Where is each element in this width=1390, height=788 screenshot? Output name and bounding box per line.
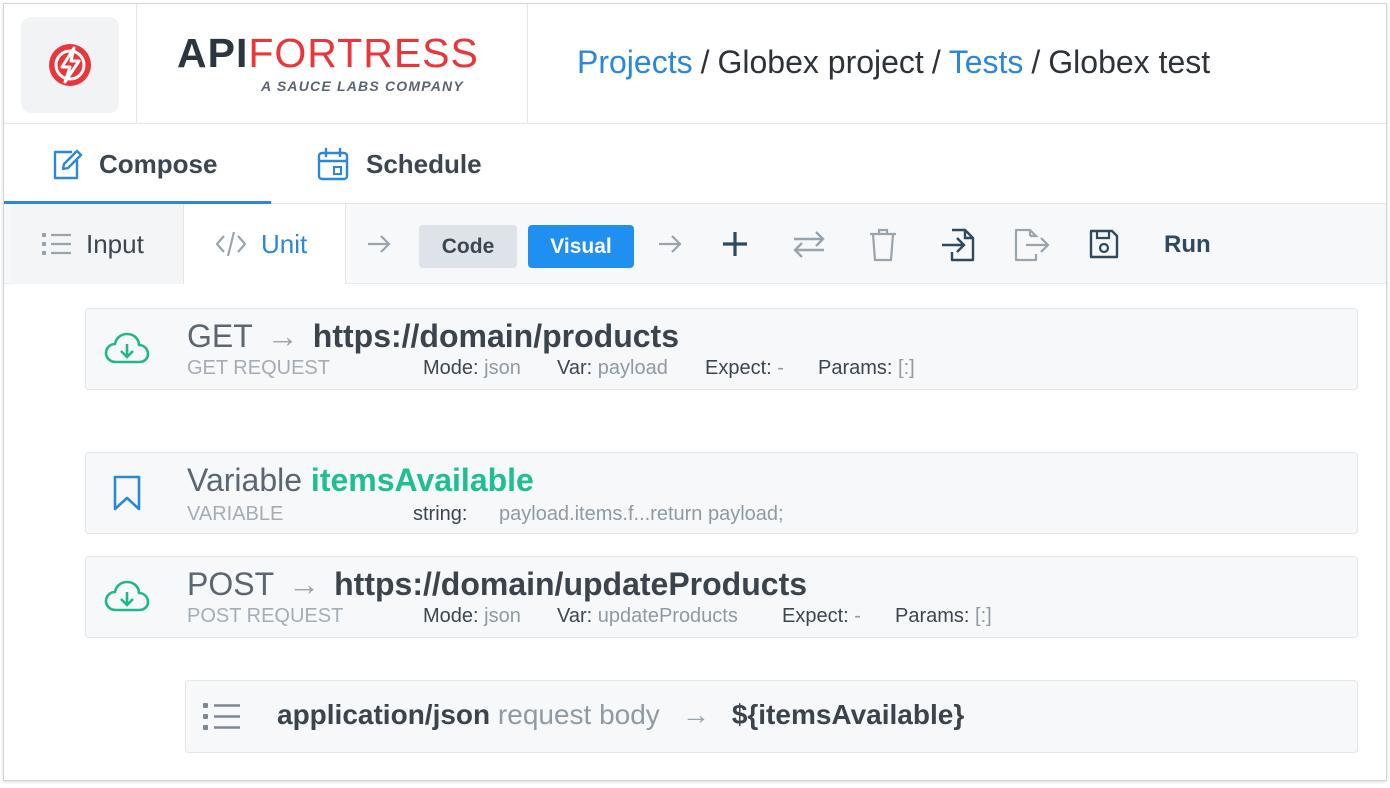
request-var: Var: updateProducts [557,605,738,628]
request-var: Var: payload [557,357,668,380]
variable-title: Variable [187,462,303,498]
mode-value: json [484,357,521,379]
request-body-label: request body [497,699,660,730]
step-type-label: GET REQUEST [187,357,330,379]
breadcrumb: Projects / Globex project / Tests / Globex tes… [577,44,1210,81]
arrow-right-icon: → [681,699,710,730]
step-type-label: VARIABLE [187,503,284,525]
breadcrumb-current-test: Globex test [1048,44,1211,80]
brand: APIFORTRESS A SAUCE LABS COMPANY [177,32,479,94]
request-body-step[interactable]: application/json request body → ${itemsAva… [185,680,1358,753]
var-label: Var: [557,605,593,627]
trash-icon[interactable] [868,227,898,263]
code-icon [215,231,247,257]
request-line: POST → https://domain/updateProducts [187,566,807,603]
calendar-icon [317,147,349,181]
request-params: Params: [:] [895,605,992,628]
visual-mode-button[interactable]: Visual [528,225,634,268]
breadcrumb-tests[interactable]: Tests [949,44,1024,80]
breadcrumb-separator: / [1031,44,1041,80]
input-label: Input [86,228,144,259]
unit-label: Unit [261,228,308,259]
breadcrumb-separator: / [931,44,941,80]
post-request-step[interactable]: POST → https://domain/updateProducts POST … [85,556,1358,638]
bookmark-icon [113,475,141,511]
request-line: GET → https://domain/products [187,318,679,355]
header-divider [136,4,137,124]
brand-name-bold: API [177,30,249,76]
variable-value: payload.items.f...return payload; [499,503,784,525]
expect-value: - [854,605,861,627]
breadcrumb-project: Globex project [717,44,924,80]
mode-label: Mode: [423,357,479,379]
brand-name-light: FORTRESS [248,30,479,76]
breadcrumb-projects[interactable]: Projects [577,44,693,80]
variable-step[interactable]: Variable itemsAvailable VARIABLE string:… [85,452,1358,534]
unit-view-button[interactable]: Unit [184,204,346,284]
request-method: POST [187,566,275,602]
cloud-download-icon [104,580,150,612]
swap-icon[interactable] [791,227,827,261]
variable-name: itemsAvailable [310,462,534,498]
var-value: updateProducts [597,605,738,627]
request-method: GET [187,318,253,354]
tab-schedule[interactable]: Schedule [316,124,482,204]
list-icon [203,703,240,730]
request-mode: Mode: json [423,357,521,380]
list-icon [42,233,71,255]
brand-title: APIFORTRESS [177,32,479,74]
variable-line: Variable itemsAvailable [187,462,534,499]
header-divider [527,4,528,124]
mode-label: Mode: [423,605,479,627]
lightning-logo-icon [49,44,91,86]
expect-value: - [777,357,784,379]
tab-compose[interactable]: Compose [51,124,217,204]
variable-type: string: [413,503,468,525]
request-params: Params: [:] [818,357,915,380]
tab-compose-label: Compose [99,148,218,179]
plus-icon[interactable] [720,227,750,261]
get-request-step[interactable]: GET → https://domain/products GET REQUEST … [85,308,1358,390]
arrow-right-icon [659,235,682,253]
export-icon[interactable] [1012,227,1050,263]
arrow-right-icon: → [266,318,299,354]
expect-label: Expect: [782,605,849,627]
var-value: payload [597,357,668,379]
params-value: [:] [975,605,992,627]
request-expect: Expect: - [782,605,861,628]
main-tabs: Compose Schedule [4,124,1386,204]
arrow-right-icon [368,235,391,253]
arrow-right-icon: → [288,566,321,602]
breadcrumb-separator: / [700,44,710,80]
input-view-button[interactable]: Input [11,204,184,284]
params-value: [:] [898,357,915,379]
import-icon[interactable] [940,227,976,263]
code-mode-button[interactable]: Code [419,225,517,268]
save-icon[interactable] [1088,227,1120,261]
expect-label: Expect: [705,357,772,379]
header: APIFORTRESS A SAUCE LABS COMPANY Project… [4,4,1386,124]
pencil-square-icon [53,149,83,180]
run-button[interactable]: Run [1164,231,1211,259]
request-body-value: ${itemsAvailable} [731,699,965,730]
request-mode: Mode: json [423,605,521,628]
cloud-download-icon [104,332,150,364]
content-type: application/json [277,699,491,730]
request-expect: Expect: - [705,357,784,380]
toolbar: Input Unit Code Visual Run [4,204,1386,284]
step-type-label: POST REQUEST [187,605,344,627]
params-label: Params: [818,357,893,379]
brand-tagline: A SAUCE LABS COMPANY [261,78,464,94]
app-window: APIFORTRESS A SAUCE LABS COMPANY Project… [3,3,1387,781]
request-url: https://domain/products [312,318,679,354]
request-body-line: application/json request body → ${itemsAva… [277,699,964,731]
mode-value: json [484,605,521,627]
app-logo[interactable] [21,17,119,113]
params-label: Params: [895,605,970,627]
tab-schedule-label: Schedule [366,148,482,179]
request-url: https://domain/updateProducts [334,566,808,602]
var-label: Var: [557,357,593,379]
